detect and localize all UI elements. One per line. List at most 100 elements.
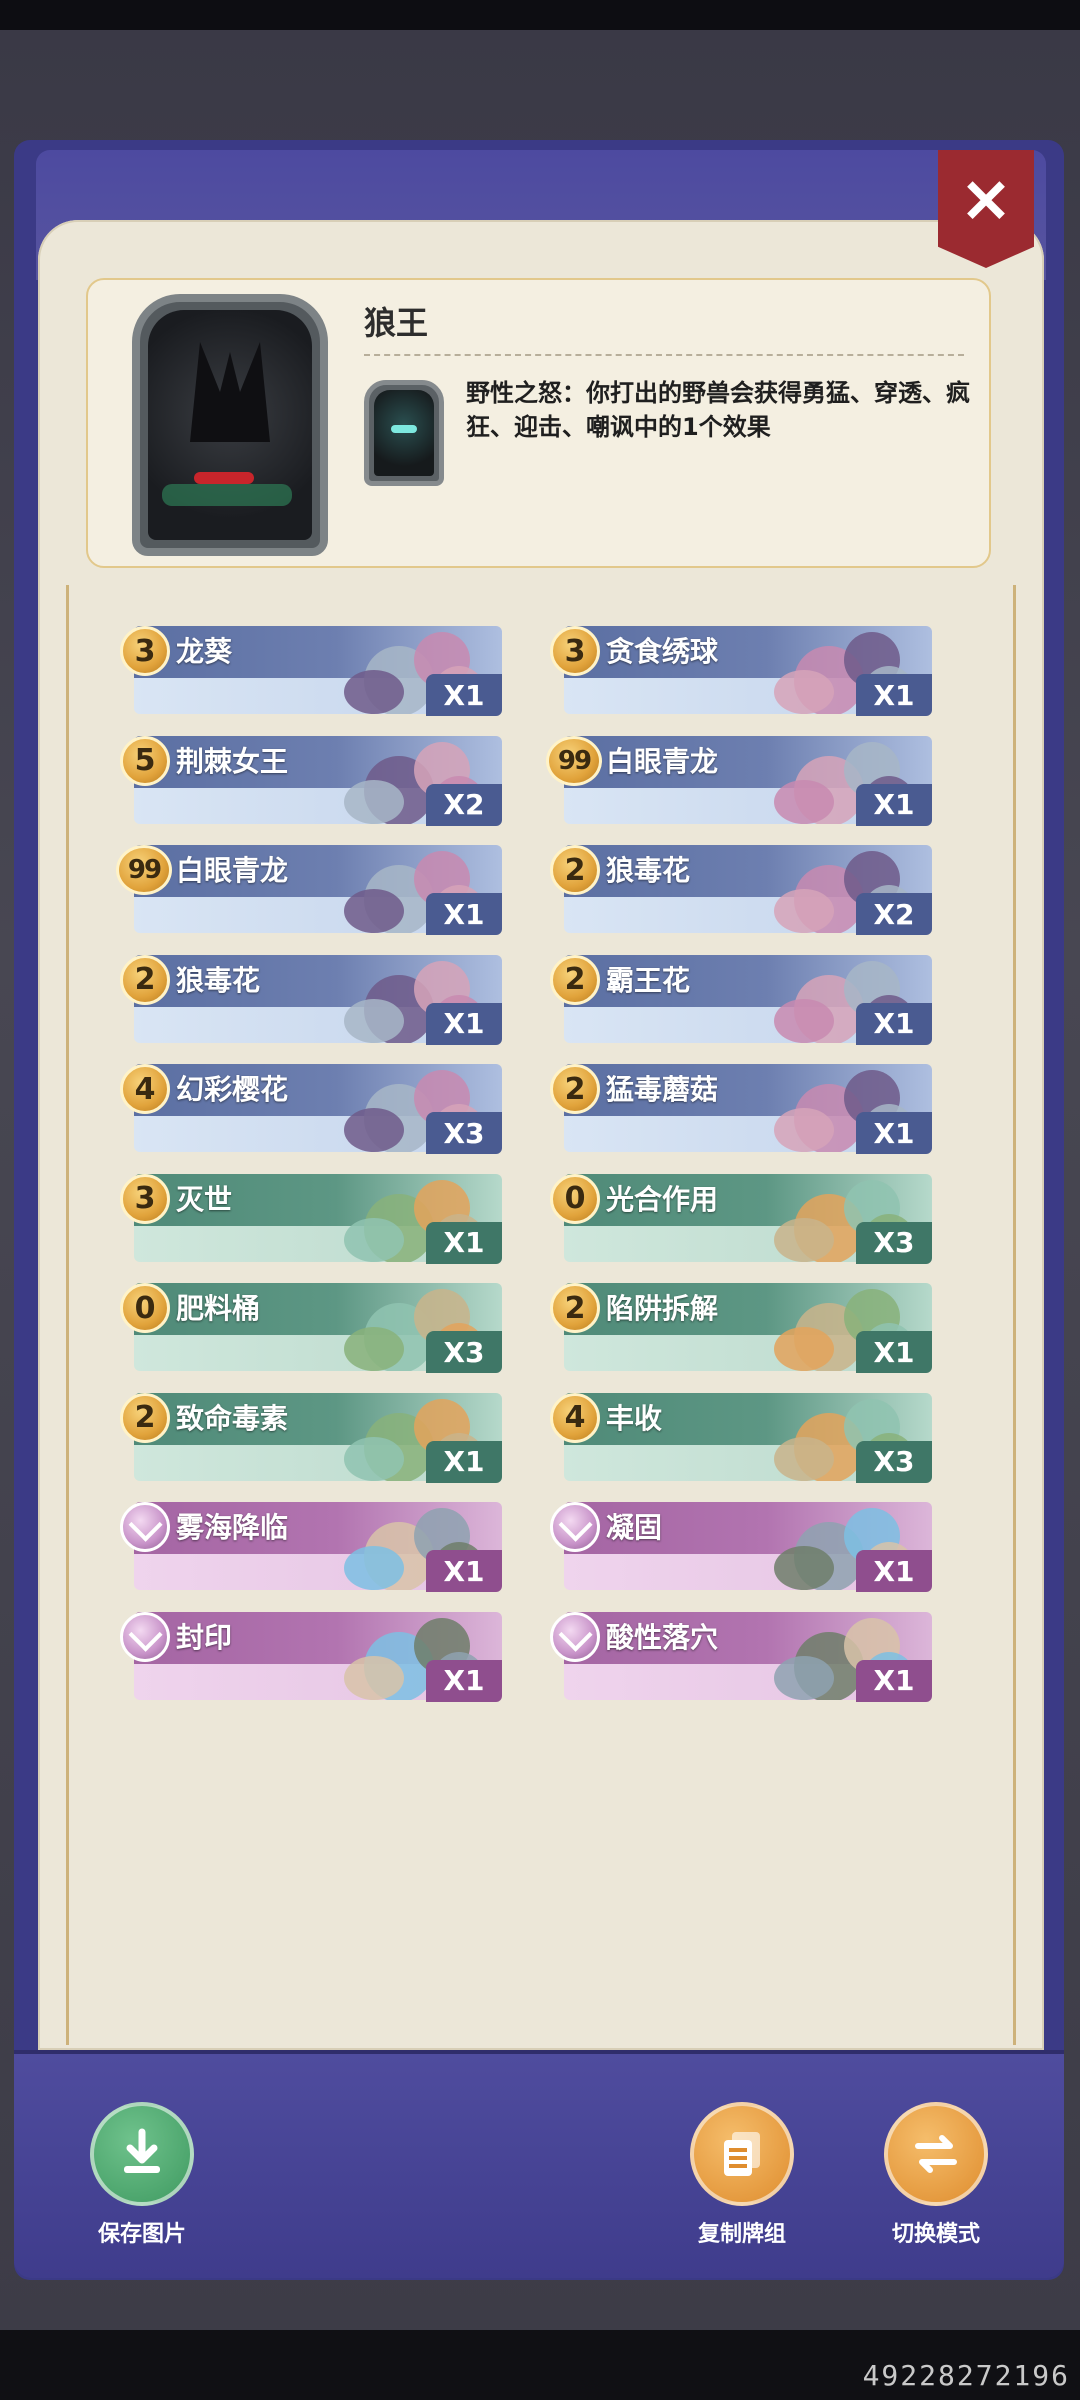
card-quantity: X2 (426, 783, 502, 826)
card-quantity: X1 (856, 674, 932, 716)
trap-cost-icon (120, 1611, 170, 1662)
card-quantity: X1 (856, 1659, 932, 1702)
deck-card[interactable]: 4 丰收 X3 (550, 1391, 932, 1483)
hero-portrait[interactable] (132, 294, 328, 556)
deck-card[interactable]: 3 龙葵 X1 (120, 624, 502, 716)
card-name: 陷阱拆解 (606, 1292, 719, 1325)
cost-badge: 3 (120, 1173, 170, 1224)
save-image-button[interactable]: 保存图片 (90, 2102, 194, 2248)
card-name: 灭世 (176, 1182, 233, 1216)
deck-card[interactable]: 2 致命毒素 X1 (120, 1391, 502, 1483)
deck-card[interactable]: 0 肥料桶 X3 (120, 1281, 502, 1373)
card-quantity: X1 (856, 1550, 932, 1592)
card-quantity: X1 (856, 783, 932, 826)
card-quantity: X3 (856, 1221, 932, 1264)
skill-icon-art (374, 390, 434, 476)
hero-card: 狼王 野性之怒：你打出的野兽会获得勇猛、穿透、疯狂、迎击、嘲讽中的1个效果 (86, 278, 991, 568)
card-name: 白眼青龙 (606, 744, 719, 778)
trap-cost-icon (550, 1502, 600, 1552)
cost-badge: 5 (120, 735, 170, 786)
card-art-shape (774, 779, 834, 824)
deck-card[interactable]: 2 霸王花 X1 (550, 953, 932, 1045)
card-quantity: X1 (426, 1440, 502, 1483)
card-name: 猛毒蘑菇 (606, 1073, 719, 1106)
hero-accent (194, 472, 254, 484)
card-art-shape (774, 1327, 834, 1371)
card-art-shape (774, 1217, 834, 1262)
hero-glow (162, 484, 292, 506)
card-name: 狼毒花 (176, 963, 261, 997)
card-name: 封印 (176, 1620, 233, 1654)
card-art-shape (774, 1546, 834, 1590)
deck-card[interactable]: 封印 X1 (120, 1610, 502, 1702)
card-quantity: X1 (426, 893, 502, 935)
card-quantity: X3 (426, 1331, 502, 1373)
card-quantity: X1 (856, 1002, 932, 1045)
cost-badge: 2 (550, 1283, 600, 1333)
cost-badge: 2 (550, 954, 600, 1005)
card-name: 凝固 (606, 1511, 663, 1544)
card-name: 霸王花 (606, 963, 691, 997)
card-art-shape (774, 670, 834, 714)
trap-cost-icon (550, 1611, 600, 1662)
hero-divider (364, 354, 964, 356)
card-art-shape (774, 998, 834, 1043)
skill-glow (391, 425, 417, 433)
deck-card[interactable]: 凝固 X1 (550, 1500, 932, 1592)
copy-icon (690, 2102, 794, 2206)
deck-card[interactable]: 99 白眼青龙 X1 (546, 734, 932, 826)
skill-icon[interactable] (364, 380, 444, 486)
card-art-shape (344, 1655, 404, 1700)
deck-card[interactable]: 3 贪食绣球 X1 (550, 624, 932, 716)
swap-arrows-icon (884, 2102, 988, 2206)
card-quantity: X1 (426, 1221, 502, 1264)
deck-card[interactable]: 2 狼毒花 X2 (550, 843, 932, 935)
deck-card[interactable]: 2 猛毒蘑菇 X1 (550, 1062, 932, 1154)
card-name: 贪食绣球 (606, 635, 719, 668)
card-art-shape (344, 1436, 404, 1481)
download-icon (90, 2102, 194, 2206)
cost-badge: 99 (116, 845, 172, 895)
card-name: 白眼青龙 (176, 854, 289, 887)
card-name: 致命毒素 (176, 1401, 289, 1435)
card-art-shape (344, 889, 404, 933)
card-name: 荆棘女王 (176, 744, 289, 778)
switch-mode-button[interactable]: 切换模式 (884, 2102, 988, 2248)
card-quantity: X3 (856, 1440, 932, 1483)
deck-card[interactable]: 雾海降临 X1 (120, 1500, 502, 1592)
trap-cost-icon (120, 1502, 170, 1552)
card-art-shape (344, 1327, 404, 1371)
deck-card[interactable]: 酸性落穴 X1 (550, 1610, 932, 1702)
cost-badge: 2 (120, 1392, 170, 1443)
card-quantity: X1 (426, 1550, 502, 1592)
card-quantity: X1 (426, 1659, 502, 1702)
card-quantity: X2 (856, 893, 932, 935)
bottom-action-bar: 保存图片 复制牌组 切换模式 (14, 2050, 1064, 2278)
deck-card[interactable]: 0 光合作用 X3 (550, 1172, 932, 1264)
card-name: 酸性落穴 (606, 1620, 719, 1654)
copy-deck-button[interactable]: 复制牌组 (690, 2102, 794, 2248)
cost-badge: 99 (546, 735, 602, 786)
deck-card[interactable]: 99 白眼青龙 X1 (116, 843, 502, 935)
close-icon: ✕ (960, 168, 1012, 235)
cost-badge: 4 (550, 1392, 600, 1443)
cost-badge: 2 (550, 845, 600, 895)
card-art-shape (774, 889, 834, 933)
card-name: 龙葵 (176, 635, 233, 668)
deck-card[interactable]: 5 荆棘女王 X2 (120, 734, 502, 826)
card-quantity: X1 (856, 1331, 932, 1373)
cost-badge: 0 (120, 1283, 170, 1333)
card-name: 狼毒花 (606, 854, 691, 887)
status-bar (0, 0, 1080, 30)
card-art-shape (344, 1217, 404, 1262)
card-quantity: X3 (426, 1112, 502, 1154)
hero-name: 狼王 (364, 304, 429, 342)
deck-card[interactable]: 4 幻彩樱花 X3 (120, 1062, 502, 1154)
card-art-shape (344, 1546, 404, 1590)
card-art-shape (344, 1108, 404, 1152)
deck-card[interactable]: 2 陷阱拆解 X1 (550, 1281, 932, 1373)
deck-card[interactable]: 2 狼毒花 X1 (120, 953, 502, 1045)
deck-card[interactable]: 3 灭世 X1 (120, 1172, 502, 1264)
close-button[interactable]: ✕ (938, 150, 1034, 268)
cost-badge: 2 (550, 1064, 600, 1114)
